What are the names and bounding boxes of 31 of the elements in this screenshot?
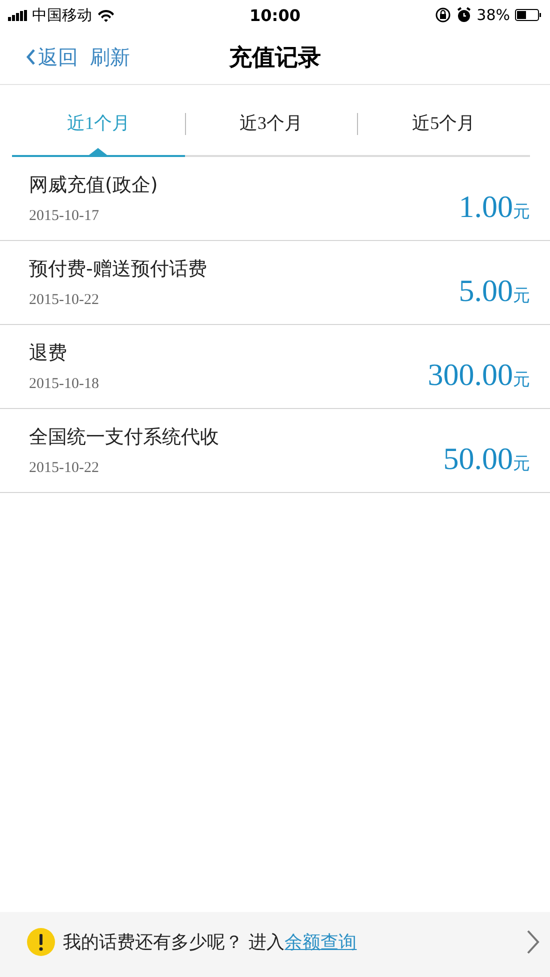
battery-percent: 38% <box>476 6 510 24</box>
record-amount: 1.00元 <box>458 188 530 224</box>
battery-icon <box>515 9 542 21</box>
signal-icon <box>8 10 27 20</box>
page-title: 充值记录 <box>229 44 321 70</box>
record-date: 2015-10-18 <box>29 376 100 393</box>
refresh-button[interactable]: 刷新 <box>90 44 130 70</box>
back-button[interactable]: 返回 <box>26 44 78 70</box>
record-title: 网威充值(政企) <box>29 173 159 198</box>
rotation-lock-icon <box>434 7 451 23</box>
record-title: 预付费-赠送预付话费 <box>29 257 208 282</box>
wifi-icon <box>97 8 115 22</box>
carrier-name: 中国移动 <box>32 6 92 24</box>
clock-time: 10:00 <box>250 6 300 24</box>
record-amount: 50.00元 <box>443 440 530 476</box>
record-date: 2015-10-17 <box>29 208 100 225</box>
period-tab[interactable]: 近5个月 <box>357 103 530 157</box>
warning-icon <box>27 928 55 956</box>
balance-tip-text: 我的话费还有多少呢？ 进入余额查询 <box>63 931 358 954</box>
record-date: 2015-10-22 <box>29 292 100 309</box>
record-title: 退费 <box>29 341 68 366</box>
period-tab[interactable]: 近1个月 <box>12 103 185 157</box>
alarm-icon <box>456 7 472 23</box>
balance-query-link[interactable]: 余额查询 <box>284 932 357 953</box>
record-amount: 5.00元 <box>458 272 530 308</box>
chevron-right-icon <box>526 929 540 955</box>
back-chevron-icon <box>26 48 36 66</box>
period-tab[interactable]: 近3个月 <box>184 103 358 157</box>
record-title: 全国统一支付系统代收 <box>29 425 220 450</box>
record-amount: 300.00元 <box>428 356 530 392</box>
record-date: 2015-10-22 <box>29 460 100 477</box>
